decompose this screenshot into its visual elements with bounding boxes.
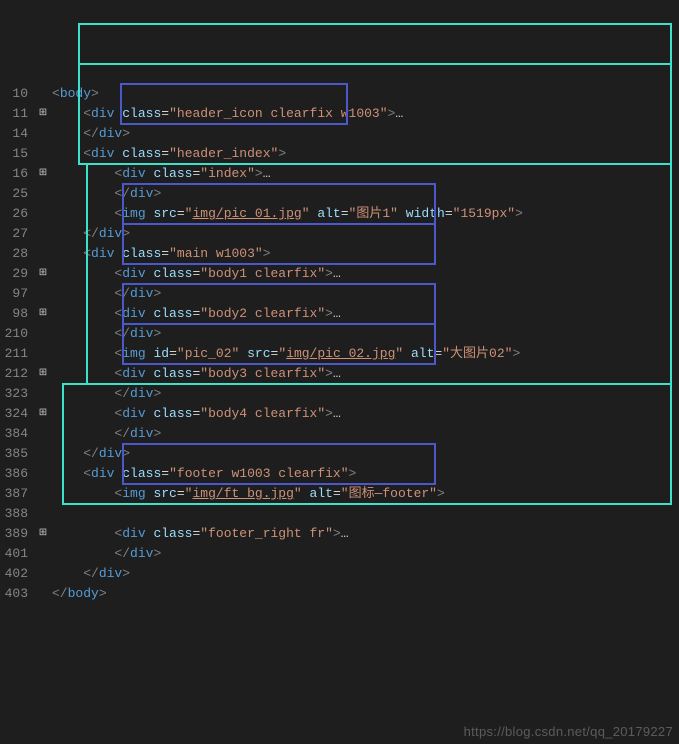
line-number: 28 xyxy=(0,244,28,264)
code-line[interactable] xyxy=(52,504,671,524)
code-line[interactable]: <div class="index">… xyxy=(52,164,671,184)
fold-column[interactable]: ⊞ ⊞ ⊞ ⊞ ⊞ ⊞ ⊞ xyxy=(34,84,52,604)
fold-slot[interactable] xyxy=(34,244,52,264)
fold-slot[interactable] xyxy=(34,504,52,524)
fold-slot[interactable] xyxy=(34,144,52,164)
fold-slot[interactable] xyxy=(34,84,52,104)
fold-slot[interactable] xyxy=(34,224,52,244)
fold-slot[interactable] xyxy=(34,464,52,484)
code-line[interactable]: </div> xyxy=(52,424,671,444)
line-number: 212 xyxy=(0,364,28,384)
code-line[interactable]: </div> xyxy=(52,384,671,404)
line-number-gutter: 1011141516252627282997982102112123233243… xyxy=(0,84,34,604)
line-number: 401 xyxy=(0,544,28,564)
line-number: 14 xyxy=(0,124,28,144)
line-number: 324 xyxy=(0,404,28,424)
line-number: 26 xyxy=(0,204,28,224)
line-number: 384 xyxy=(0,424,28,444)
code-line[interactable]: </div> xyxy=(52,124,671,144)
watermark: https://blog.csdn.net/qq_20179227 xyxy=(464,722,673,742)
line-number: 98 xyxy=(0,304,28,324)
line-number: 210 xyxy=(0,324,28,344)
fold-plus-icon[interactable]: ⊞ xyxy=(34,104,52,124)
code-line[interactable]: <img src="img/ft_bg.jpg" alt="图标—footer"… xyxy=(52,484,671,504)
code-line[interactable]: <div class="body4 clearfix">… xyxy=(52,404,671,424)
fold-slot[interactable] xyxy=(34,384,52,404)
fold-slot[interactable] xyxy=(34,324,52,344)
line-number: 27 xyxy=(0,224,28,244)
highlight-box-teal xyxy=(78,23,672,65)
line-number: 16 xyxy=(0,164,28,184)
fold-plus-icon[interactable]: ⊞ xyxy=(34,304,52,324)
code-line[interactable]: <div class="body2 clearfix">… xyxy=(52,304,671,324)
line-number: 15 xyxy=(0,144,28,164)
line-number: 25 xyxy=(0,184,28,204)
code-line[interactable]: <div class="header_index"> xyxy=(52,144,671,164)
line-number: 387 xyxy=(0,484,28,504)
line-number: 29 xyxy=(0,264,28,284)
fold-slot[interactable] xyxy=(34,584,52,604)
line-number: 388 xyxy=(0,504,28,524)
fold-slot[interactable] xyxy=(34,424,52,444)
code-line[interactable]: </div> xyxy=(52,184,671,204)
fold-slot[interactable] xyxy=(34,204,52,224)
line-number: 385 xyxy=(0,444,28,464)
fold-plus-icon[interactable]: ⊞ xyxy=(34,264,52,284)
code-line[interactable]: <div class="body1 clearfix">… xyxy=(52,264,671,284)
code-line[interactable]: <div class="footer_right fr">… xyxy=(52,524,671,544)
code-line[interactable]: </div> xyxy=(52,224,671,244)
code-line[interactable]: <div class="main w1003"> xyxy=(52,244,671,264)
fold-slot[interactable] xyxy=(34,484,52,504)
line-number: 403 xyxy=(0,584,28,604)
fold-plus-icon[interactable]: ⊞ xyxy=(34,164,52,184)
code-line[interactable]: </div> xyxy=(52,444,671,464)
line-number: 386 xyxy=(0,464,28,484)
code-line[interactable]: <img src="img/pic_01.jpg" alt="图片1" widt… xyxy=(52,204,671,224)
code-line[interactable]: <div class="footer w1003 clearfix"> xyxy=(52,464,671,484)
fold-slot[interactable] xyxy=(34,344,52,364)
line-number: 97 xyxy=(0,284,28,304)
fold-slot[interactable] xyxy=(34,184,52,204)
line-number: 11 xyxy=(0,104,28,124)
fold-plus-icon[interactable]: ⊞ xyxy=(34,524,52,544)
line-number: 389 xyxy=(0,524,28,544)
code-line[interactable]: <div class="body3 clearfix">… xyxy=(52,364,671,384)
code-line[interactable]: </body> xyxy=(52,584,671,604)
fold-slot[interactable] xyxy=(34,284,52,304)
code-line[interactable]: <img id="pic_02" src="img/pic_02.jpg" al… xyxy=(52,344,671,364)
code-line[interactable]: </div> xyxy=(52,544,671,564)
fold-plus-icon[interactable]: ⊞ xyxy=(34,404,52,424)
line-number: 211 xyxy=(0,344,28,364)
code-area[interactable]: <body> <div class="header_icon clearfix … xyxy=(52,84,679,604)
code-line[interactable]: </div> xyxy=(52,564,671,584)
fold-slot[interactable] xyxy=(34,564,52,584)
code-line[interactable]: <div class="header_icon clearfix w1003">… xyxy=(52,104,671,124)
code-line[interactable]: <body> xyxy=(52,84,671,104)
fold-plus-icon[interactable]: ⊞ xyxy=(34,364,52,384)
line-number: 402 xyxy=(0,564,28,584)
fold-slot[interactable] xyxy=(34,444,52,464)
line-number: 323 xyxy=(0,384,28,404)
line-number: 10 xyxy=(0,84,28,104)
code-line[interactable]: </div> xyxy=(52,284,671,304)
code-editor[interactable]: 1011141516252627282997982102112123233243… xyxy=(0,80,679,604)
fold-slot[interactable] xyxy=(34,124,52,144)
fold-slot[interactable] xyxy=(34,544,52,564)
code-line[interactable]: </div> xyxy=(52,324,671,344)
